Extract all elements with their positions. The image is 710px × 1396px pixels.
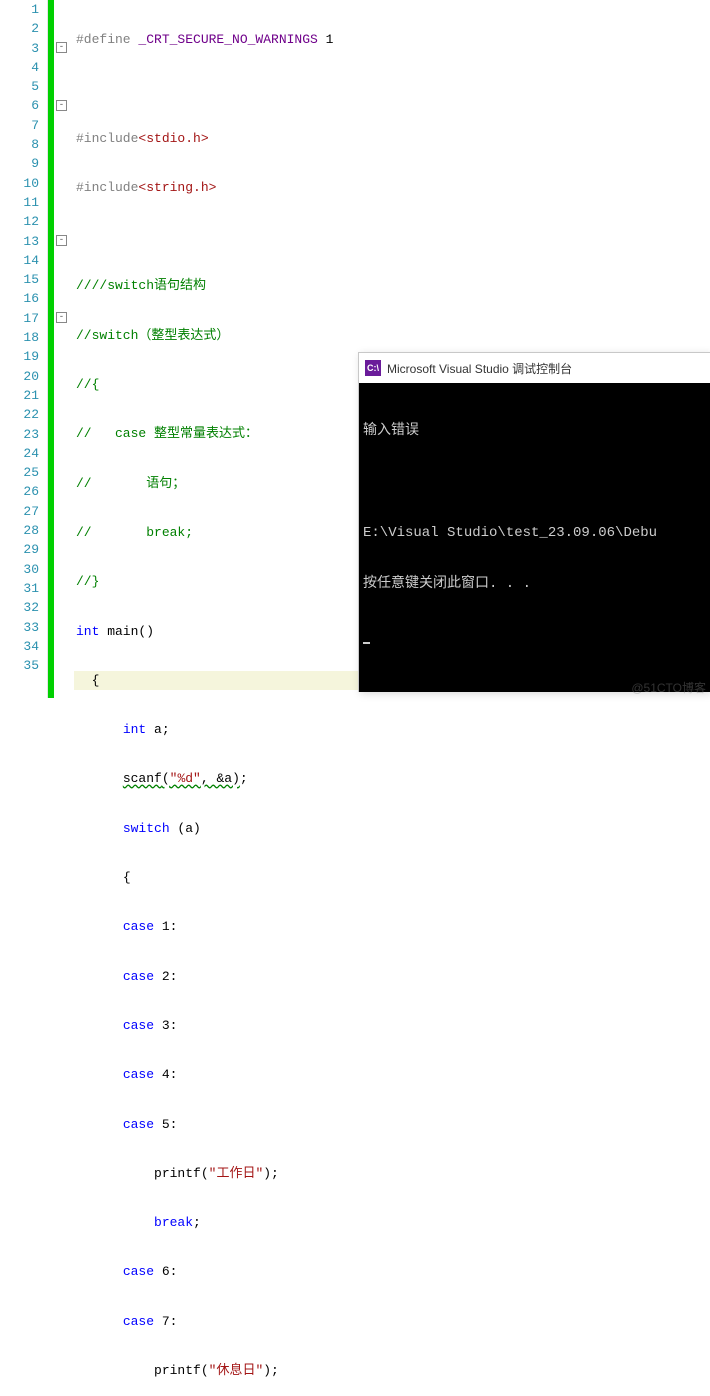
- watermark-text: @51CTO博客: [631, 679, 706, 696]
- fold-box[interactable]: -: [56, 42, 67, 53]
- line-number: 26: [0, 482, 39, 501]
- code-line: ////switch语句结构: [74, 276, 710, 295]
- terminal-line: 输入错误: [363, 423, 706, 440]
- code-line: case 2:: [74, 967, 710, 986]
- code-line: case 5:: [74, 1115, 710, 1134]
- line-number: 10: [0, 174, 39, 193]
- line-number: 19: [0, 347, 39, 366]
- line-number: 23: [0, 425, 39, 444]
- code-line: scanf("%d", &a);: [74, 769, 710, 788]
- line-number: 33: [0, 618, 39, 637]
- code-line: [74, 79, 710, 98]
- code-line: case 7:: [74, 1312, 710, 1331]
- line-number: 32: [0, 598, 39, 617]
- code-line: printf("休息日");: [74, 1361, 710, 1380]
- line-number: 7: [0, 116, 39, 135]
- fold-gutter: - - - -: [54, 0, 74, 698]
- line-number: 27: [0, 502, 39, 521]
- line-number-gutter: 1234567891011121314151617181920212223242…: [0, 0, 48, 698]
- code-line: #define _CRT_SECURE_NO_WARNINGS 1: [74, 30, 710, 49]
- line-number: 25: [0, 463, 39, 482]
- code-line: int a;: [74, 720, 710, 739]
- code-line: case 1:: [74, 917, 710, 936]
- console-titlebar[interactable]: C:\ Microsoft Visual Studio 调试控制台: [359, 353, 710, 383]
- line-number: 13: [0, 232, 39, 251]
- line-number: 35: [0, 656, 39, 675]
- terminal-cursor: [363, 642, 370, 644]
- line-number: 24: [0, 444, 39, 463]
- line-number: 29: [0, 540, 39, 559]
- terminal-body[interactable]: 输入错误 E:\Visual Studio\test_23.09.06\Debu…: [359, 383, 710, 692]
- line-number: 9: [0, 154, 39, 173]
- line-number: 3: [0, 39, 39, 58]
- line-number: 18: [0, 328, 39, 347]
- code-line: case 3:: [74, 1016, 710, 1035]
- code-line: //switch（整型表达式）: [74, 326, 710, 345]
- code-line: switch (a): [74, 819, 710, 838]
- line-number: 21: [0, 386, 39, 405]
- fold-box[interactable]: -: [56, 100, 67, 111]
- code-line: #include<string.h>: [74, 178, 710, 197]
- code-line: case 6:: [74, 1262, 710, 1281]
- vs-app-icon: C:\: [365, 360, 381, 376]
- line-number: 4: [0, 58, 39, 77]
- code-line: [74, 227, 710, 246]
- line-number: 8: [0, 135, 39, 154]
- line-number: 28: [0, 521, 39, 540]
- line-number: 6: [0, 96, 39, 115]
- line-number: 1: [0, 0, 39, 19]
- code-line: case 4:: [74, 1065, 710, 1084]
- code-line: break;: [74, 1213, 710, 1232]
- console-title: Microsoft Visual Studio 调试控制台: [387, 360, 572, 377]
- line-number: 14: [0, 251, 39, 270]
- fold-box[interactable]: -: [56, 312, 67, 323]
- debug-console-window[interactable]: C:\ Microsoft Visual Studio 调试控制台 输入错误 E…: [358, 352, 710, 692]
- code-line: printf("工作日");: [74, 1164, 710, 1183]
- line-number: 31: [0, 579, 39, 598]
- fold-box[interactable]: -: [56, 235, 67, 246]
- line-number: 15: [0, 270, 39, 289]
- line-number: 2: [0, 19, 39, 38]
- line-number: 12: [0, 212, 39, 231]
- code-line: #include<stdio.h>: [74, 129, 710, 148]
- line-number: 30: [0, 560, 39, 579]
- terminal-line: [363, 474, 706, 491]
- code-line: {: [74, 868, 710, 887]
- terminal-line: E:\Visual Studio\test_23.09.06\Debu: [363, 525, 706, 542]
- line-number: 20: [0, 367, 39, 386]
- line-number: 5: [0, 77, 39, 96]
- terminal-line: 按任意键关闭此窗口. . .: [363, 576, 706, 593]
- line-number: 16: [0, 289, 39, 308]
- line-number: 34: [0, 637, 39, 656]
- line-number: 22: [0, 405, 39, 424]
- line-number: 17: [0, 309, 39, 328]
- line-number: 11: [0, 193, 39, 212]
